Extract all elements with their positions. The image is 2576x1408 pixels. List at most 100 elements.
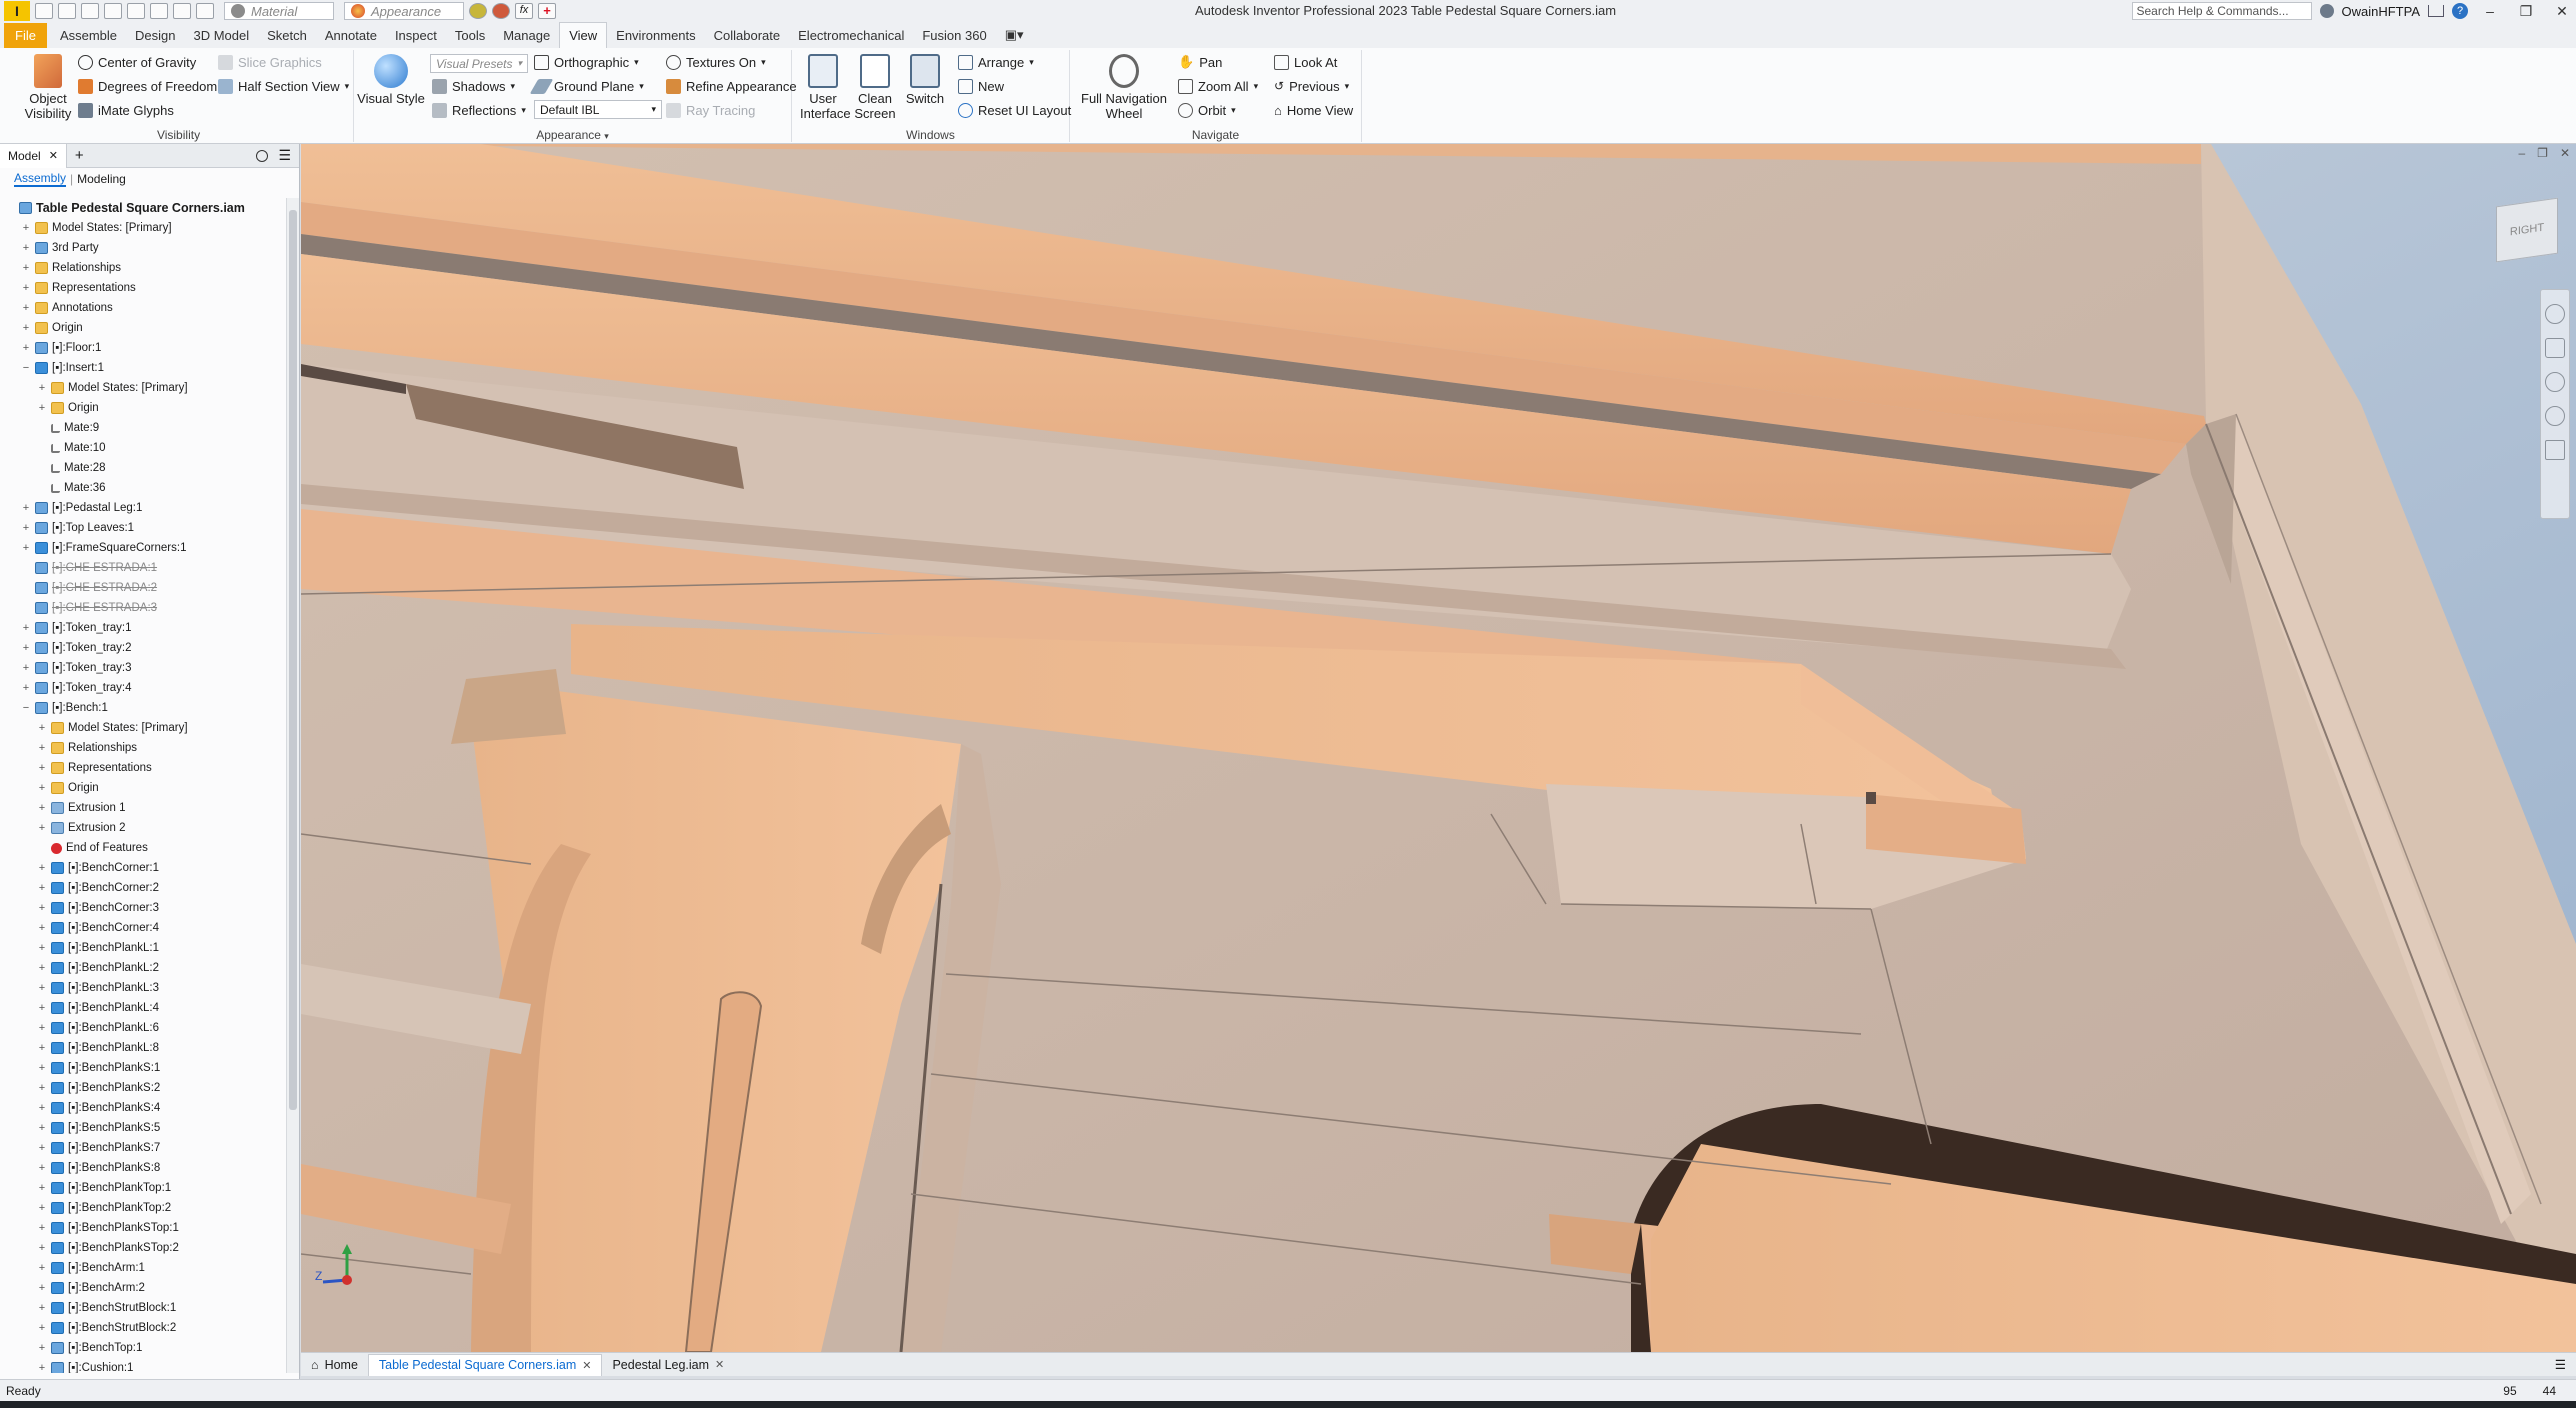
zoom-icon[interactable] (2545, 372, 2565, 392)
tree-node[interactable]: End of Features (0, 838, 283, 858)
tree-node[interactable]: + [▪]:Top Leaves:1 (0, 518, 283, 538)
previous-view-button[interactable]: ↺ Previous ▾ (1274, 76, 1349, 96)
expand-toggle-icon[interactable]: + (20, 682, 32, 694)
tree-node[interactable]: − [▪]:Insert:1 (0, 358, 283, 378)
tab-assembly[interactable]: Assembly (14, 171, 67, 187)
ray-tracing-button[interactable]: Ray Tracing (666, 100, 755, 120)
tree-node[interactable]: + [▪]:BenchCorner:4 (0, 918, 283, 938)
close-icon[interactable]: ✕ (49, 149, 58, 162)
zoom-all-button[interactable]: Zoom All ▾ (1178, 76, 1258, 96)
tree-node[interactable]: + Annotations (0, 298, 283, 318)
degrees-of-freedom-button[interactable]: Degrees of Freedom (78, 76, 217, 96)
material-combo[interactable]: Material (224, 2, 334, 20)
expand-toggle-icon[interactable]: + (36, 962, 48, 974)
textures-on-button[interactable]: Textures On ▾ (666, 52, 766, 72)
tree-node[interactable]: + [▪]:BenchCorner:3 (0, 898, 283, 918)
expand-toggle-icon[interactable]: + (36, 1042, 48, 1054)
tree-node[interactable]: + Relationships (0, 738, 283, 758)
help-icon[interactable]: ? (2452, 3, 2468, 19)
save-icon[interactable] (81, 3, 99, 19)
tree-node[interactable]: + [▪]:BenchStrutBlock:1 (0, 1298, 283, 1318)
expand-toggle-icon[interactable]: + (20, 522, 32, 534)
tree-node[interactable]: + Extrusion 2 (0, 818, 283, 838)
tree-node[interactable]: + [▪]:BenchPlankL:4 (0, 998, 283, 1018)
tab-fusion-360[interactable]: Fusion 360 (913, 23, 995, 48)
tab-annotate[interactable]: Annotate (316, 23, 386, 48)
tree-node[interactable]: + [▪]:BenchPlankL:8 (0, 1038, 283, 1058)
expand-toggle-icon[interactable]: + (36, 902, 48, 914)
full-navigation-wheel-button[interactable]: Full Navigation Wheel (1074, 54, 1174, 121)
viewcube[interactable]: RIGHT (2496, 197, 2558, 263)
orthographic-button[interactable]: Orthographic ▾ (534, 52, 639, 72)
appearance-group-label[interactable]: Appearance ▾ (354, 128, 791, 142)
tree-node[interactable]: + Origin (0, 318, 283, 338)
tree-node[interactable]: + [▪]:BenchArm:1 (0, 1258, 283, 1278)
expand-toggle-icon[interactable]: + (20, 282, 32, 294)
center-of-gravity-button[interactable]: Center of Gravity (78, 52, 196, 72)
expand-toggle-icon[interactable]: + (36, 1182, 48, 1194)
tree-node[interactable]: [▪]:CHE ESTRADA:1 (0, 558, 283, 578)
tree-node[interactable]: + [▪]:Pedastal Leg:1 (0, 498, 283, 518)
tree-node[interactable]: + [▪]:BenchPlankSTop:1 (0, 1218, 283, 1238)
expand-toggle-icon[interactable]: + (36, 722, 48, 734)
tree-node[interactable]: + [▪]:Token_tray:3 (0, 658, 283, 678)
expand-toggle-icon[interactable]: + (20, 622, 32, 634)
steering-wheel-icon[interactable] (2545, 304, 2565, 324)
tree-scroll-thumb[interactable] (289, 210, 297, 1110)
tab-menu-icon[interactable]: ☰ (2555, 1357, 2566, 1372)
tree-node[interactable]: + [▪]:Token_tray:2 (0, 638, 283, 658)
tree-node[interactable]: + [▪]:BenchArm:2 (0, 1278, 283, 1298)
document-tab[interactable]: Pedestal Leg.iam ✕ (602, 1354, 734, 1376)
tab-inspect[interactable]: Inspect (386, 23, 446, 48)
tree-node[interactable]: + Extrusion 1 (0, 798, 283, 818)
expand-toggle-icon[interactable]: + (36, 982, 48, 994)
expand-toggle-icon[interactable]: + (36, 862, 48, 874)
document-tab[interactable]: Table Pedestal Square Corners.iam ✕ (367, 1353, 603, 1376)
tree-node[interactable]: + [▪]:Floor:1 (0, 338, 283, 358)
document-tab[interactable]: ⌂ Home (301, 1354, 368, 1376)
undo-icon[interactable] (104, 3, 122, 19)
tree-node[interactable]: + [▪]:BenchPlankS:8 (0, 1158, 283, 1178)
expand-toggle-icon[interactable]: + (20, 642, 32, 654)
ground-plane-button[interactable]: Ground Plane ▾ (529, 76, 644, 96)
expand-toggle-icon[interactable]: + (36, 1162, 48, 1174)
tree-node[interactable]: + Origin (0, 778, 283, 798)
tree-scrollbar[interactable] (286, 198, 299, 1373)
shadows-button[interactable]: Shadows ▾ (432, 76, 515, 96)
user-icon[interactable] (2319, 4, 2334, 18)
visual-presets-combo[interactable]: Visual Presets ▾ (430, 54, 528, 73)
tree-node[interactable]: + [▪]:BenchPlankL:1 (0, 938, 283, 958)
expand-toggle-icon[interactable]: + (20, 242, 32, 254)
close-tab-icon[interactable]: ✕ (715, 1358, 724, 1371)
expand-toggle-icon[interactable]: + (20, 502, 32, 514)
default-ibl-combo[interactable]: Default IBL ▾ (534, 100, 662, 119)
tab-file[interactable]: File (4, 23, 47, 48)
slice-graphics-button[interactable]: Slice Graphics (218, 52, 322, 72)
expand-toggle-icon[interactable]: + (20, 322, 32, 334)
tree-node[interactable]: + Relationships (0, 258, 283, 278)
update-icon[interactable] (196, 3, 214, 19)
tree-node[interactable]: + Representations (0, 278, 283, 298)
minimize-button[interactable]: – (2476, 3, 2504, 19)
parameters-icon[interactable]: fx (515, 3, 533, 19)
expand-toggle-icon[interactable]: + (20, 342, 32, 354)
home-icon[interactable] (150, 3, 168, 19)
tree-node[interactable]: + [▪]:BenchCorner:2 (0, 878, 283, 898)
adjust-icon[interactable] (469, 3, 487, 19)
home-view-button[interactable]: ⌂ Home View (1274, 100, 1353, 120)
tree-node[interactable]: + Representations (0, 758, 283, 778)
cart-icon[interactable] (2428, 5, 2444, 17)
expand-toggle-icon[interactable]: + (36, 822, 48, 834)
expand-toggle-icon[interactable]: + (36, 1062, 48, 1074)
add-icon[interactable]: + (538, 3, 556, 19)
model-render[interactable] (301, 144, 2576, 1352)
tree-node[interactable]: Mate:28 (0, 458, 283, 478)
user-interface-button[interactable]: User Interface (800, 54, 851, 121)
look-at-icon[interactable] (2545, 440, 2565, 460)
tree-node[interactable]: − [▪]:Bench:1 (0, 698, 283, 718)
tree-node[interactable]: + [▪]:BenchPlankS:7 (0, 1138, 283, 1158)
tree-node[interactable]: + [▪]:BenchPlankS:4 (0, 1098, 283, 1118)
expand-toggle-icon[interactable]: + (36, 1002, 48, 1014)
expand-toggle-icon[interactable]: + (20, 662, 32, 674)
tree-node[interactable]: [▪]:CHE ESTRADA:3 (0, 598, 283, 618)
